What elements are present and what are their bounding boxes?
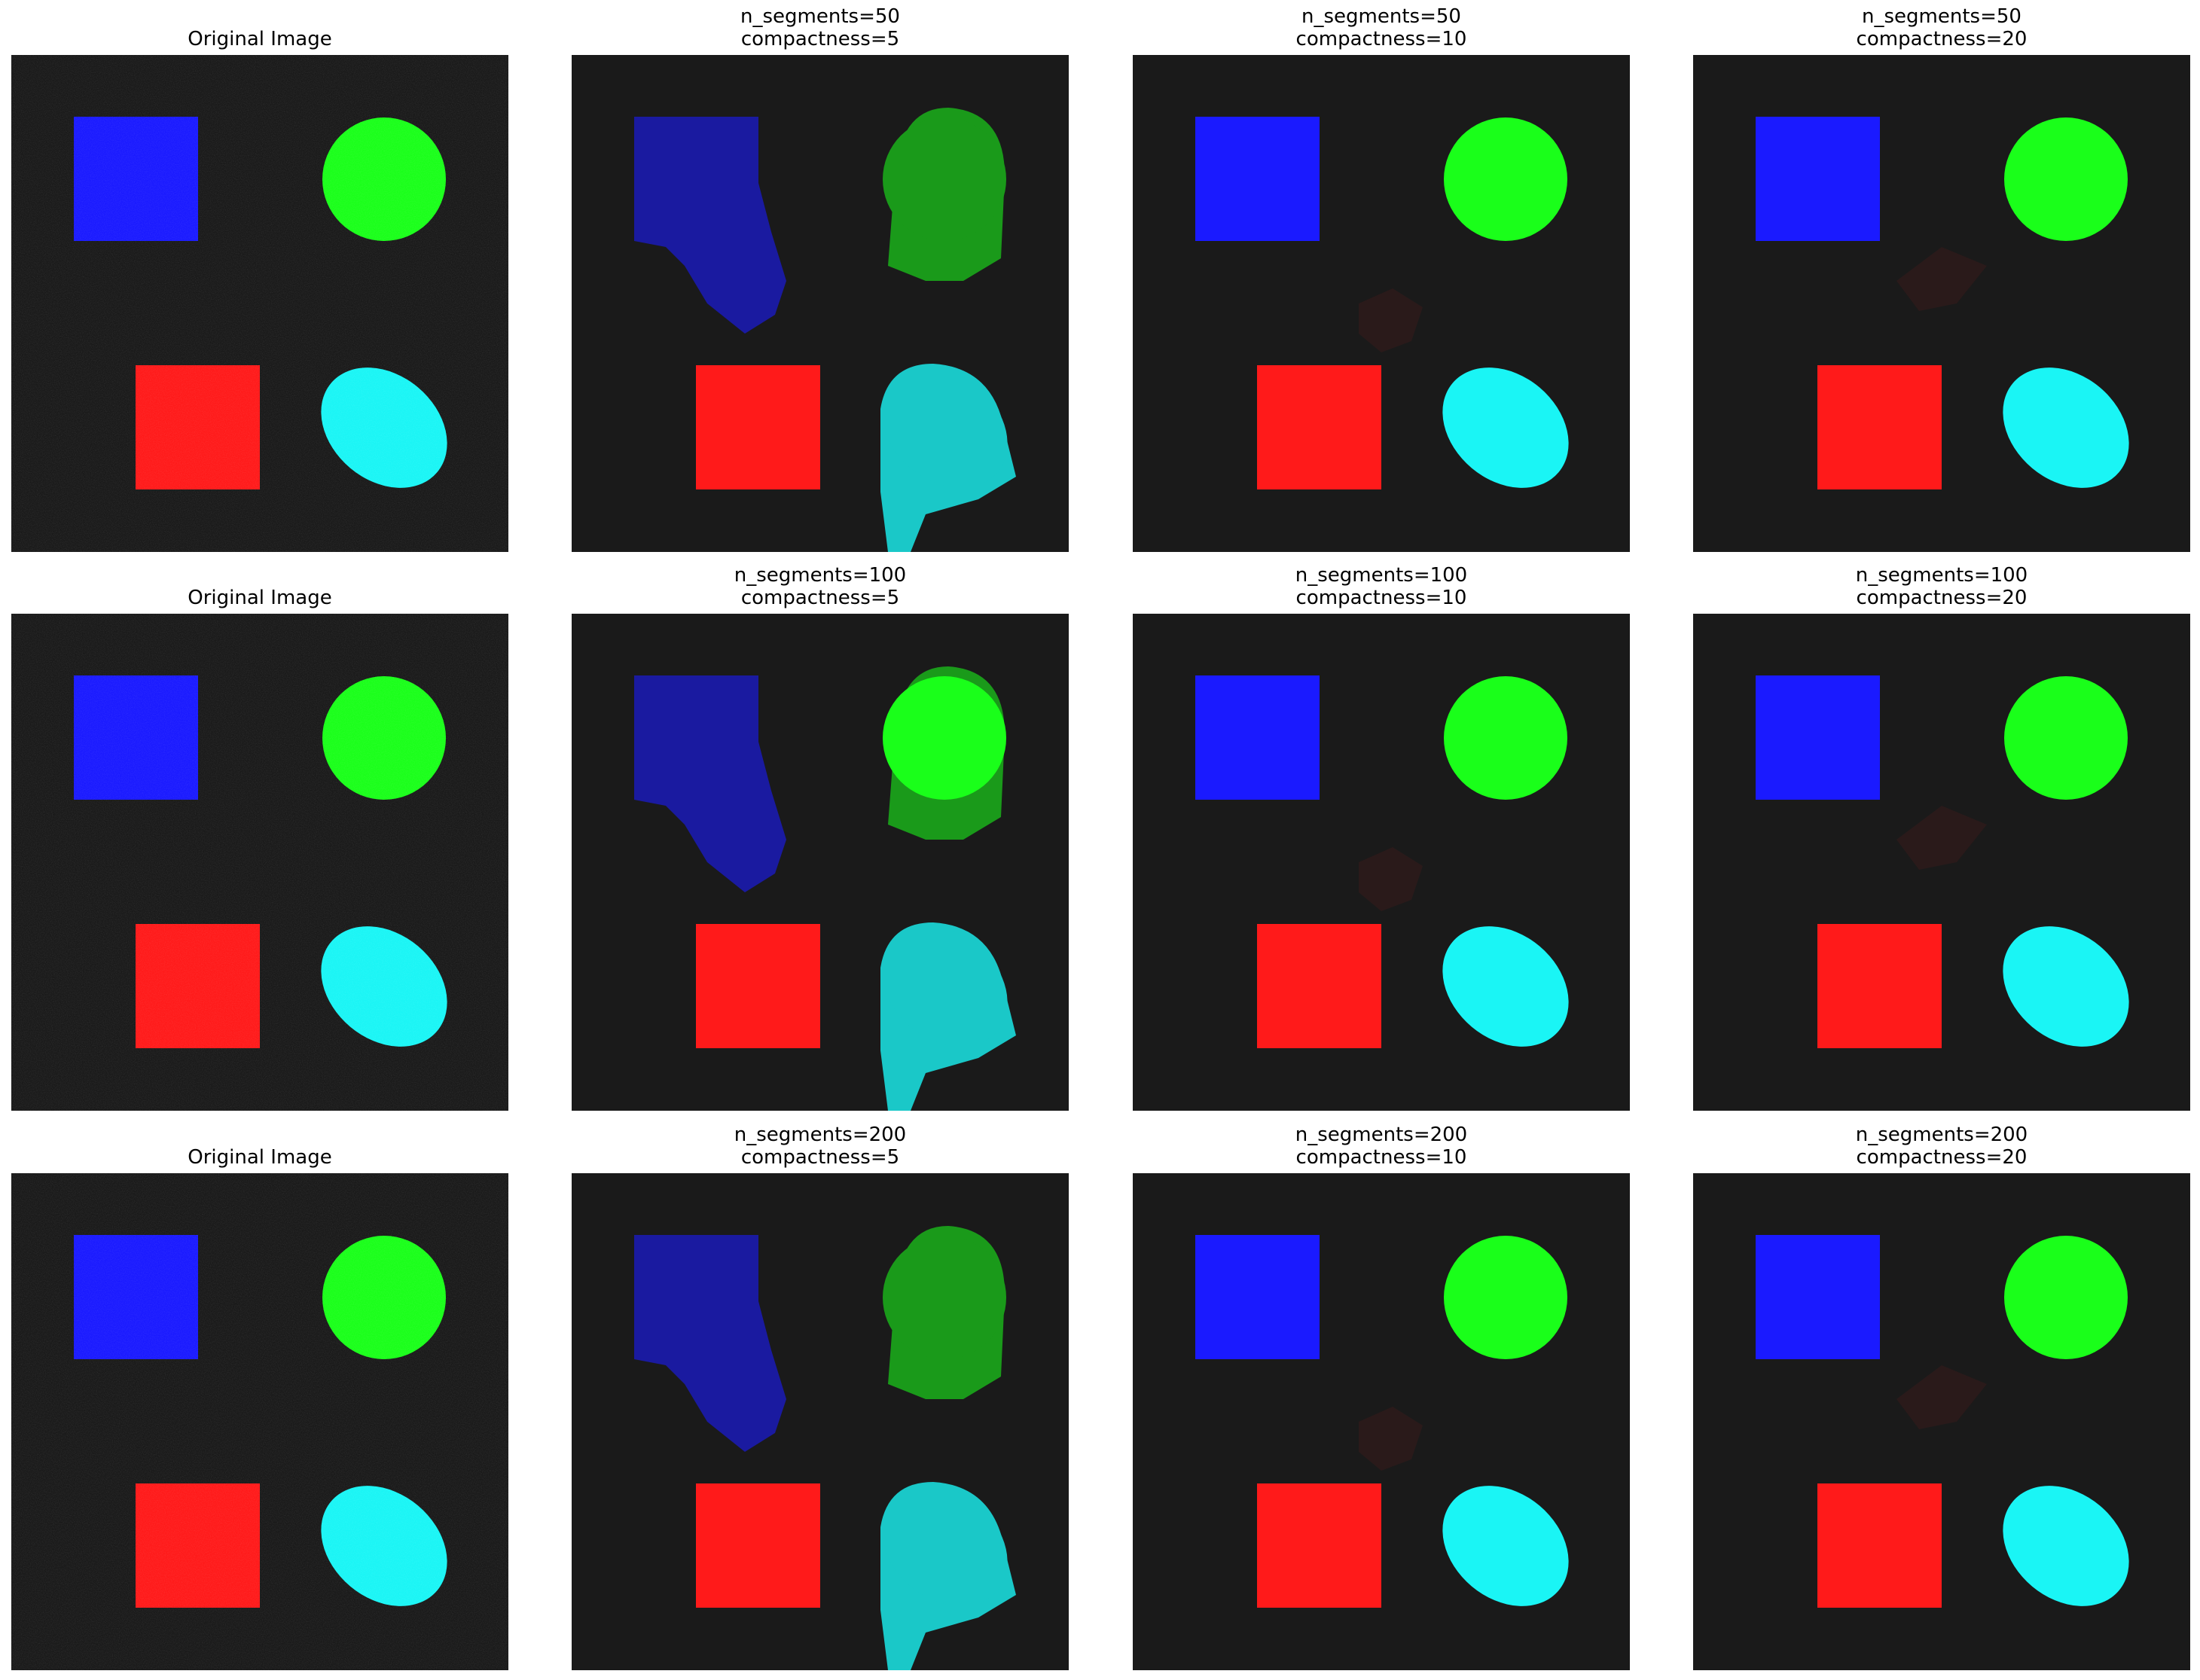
panel-title: n_segments=50 compactness=5 <box>572 5 1069 50</box>
panel-title-line-1: Original Image <box>188 1146 332 1169</box>
blue-square <box>634 1235 758 1359</box>
green-circle <box>1444 676 1567 800</box>
green-circle <box>2004 1236 2128 1359</box>
red-square <box>1817 924 1942 1048</box>
superpixel-image <box>572 1173 1069 1670</box>
blue-square <box>1195 675 1320 800</box>
panel-title: n_segments=200 compactness=10 <box>1133 1124 1630 1169</box>
superpixel-image <box>1133 614 1630 1111</box>
panel-title-line-2: compactness=5 <box>740 1146 900 1169</box>
green-circle <box>2004 117 2128 241</box>
red-square <box>696 924 820 1048</box>
red-square <box>1817 1483 1942 1608</box>
panel-title: n_segments=100 compactness=10 <box>1133 564 1630 609</box>
panel-title: Original Image <box>11 587 508 609</box>
noise-overlay <box>11 55 508 552</box>
red-square <box>1257 924 1381 1048</box>
green-circle <box>883 117 1006 241</box>
red-square <box>1257 1483 1381 1608</box>
panel-title-line-1: n_segments=200 <box>734 1124 907 1146</box>
panel-title: n_segments=50 compactness=20 <box>1693 5 2190 50</box>
superpixel-image <box>572 55 1069 552</box>
green-circle <box>1444 1236 1567 1359</box>
panel-title-line-1: Original Image <box>188 587 332 609</box>
panel-title-line-1: n_segments=50 <box>1862 5 2021 28</box>
panel-title-line-2: compactness=5 <box>740 587 900 609</box>
green-circle <box>2004 676 2128 800</box>
superpixel-image <box>1693 1173 2190 1670</box>
red-square <box>1817 365 1942 489</box>
blue-square <box>1195 117 1320 241</box>
panel-title-line-2: compactness=20 <box>1856 28 2028 50</box>
superpixel-image <box>1133 1173 1630 1670</box>
panel-title: n_segments=200 compactness=20 <box>1693 1124 2190 1169</box>
blue-square <box>634 117 758 241</box>
original-image <box>11 1173 508 1670</box>
panel-title-line-2: compactness=5 <box>740 28 900 50</box>
noise-overlay <box>11 1173 508 1670</box>
panel-title-line-1: Original Image <box>188 28 332 50</box>
original-image <box>11 55 508 552</box>
blue-square <box>1195 1235 1320 1359</box>
panel-title: n_segments=100 compactness=5 <box>572 564 1069 609</box>
green-circle <box>1444 117 1567 241</box>
superpixel-image <box>1133 55 1630 552</box>
blue-square <box>1756 117 1880 241</box>
panel-title-line-1: n_segments=50 <box>1301 5 1461 28</box>
superpixel-image <box>572 614 1069 1111</box>
superpixel-image <box>1693 55 2190 552</box>
blue-square <box>634 675 758 800</box>
red-square <box>696 1483 820 1608</box>
panel-title-line-1: n_segments=100 <box>1855 564 2028 587</box>
panel-title: n_segments=50 compactness=10 <box>1133 5 1630 50</box>
green-circle <box>883 676 1006 800</box>
panel-title: Original Image <box>11 1146 508 1169</box>
panel-title: n_segments=200 compactness=5 <box>572 1124 1069 1169</box>
panel-title-line-1: n_segments=100 <box>1295 564 1468 587</box>
red-square <box>696 365 820 489</box>
green-circle <box>883 1236 1006 1359</box>
noise-overlay <box>11 614 508 1111</box>
panel-title-line-1: n_segments=50 <box>740 5 900 28</box>
blue-square <box>1756 1235 1880 1359</box>
panel-title-line-1: n_segments=200 <box>1295 1124 1468 1146</box>
red-square <box>1257 365 1381 489</box>
panel-title-line-2: compactness=10 <box>1295 1146 1467 1169</box>
panel-title: Original Image <box>11 28 508 50</box>
panel-title-line-1: n_segments=200 <box>1855 1124 2028 1146</box>
panel-title-line-2: compactness=10 <box>1295 28 1467 50</box>
panel-title-line-2: compactness=20 <box>1856 1146 2028 1169</box>
panel-title-line-2: compactness=10 <box>1295 587 1467 609</box>
superpixel-image <box>1693 614 2190 1111</box>
panel-title-line-2: compactness=20 <box>1856 587 2028 609</box>
panel-title: n_segments=100 compactness=20 <box>1693 564 2190 609</box>
original-image <box>11 614 508 1111</box>
panel-title-line-1: n_segments=100 <box>734 564 907 587</box>
blue-square <box>1756 675 1880 800</box>
